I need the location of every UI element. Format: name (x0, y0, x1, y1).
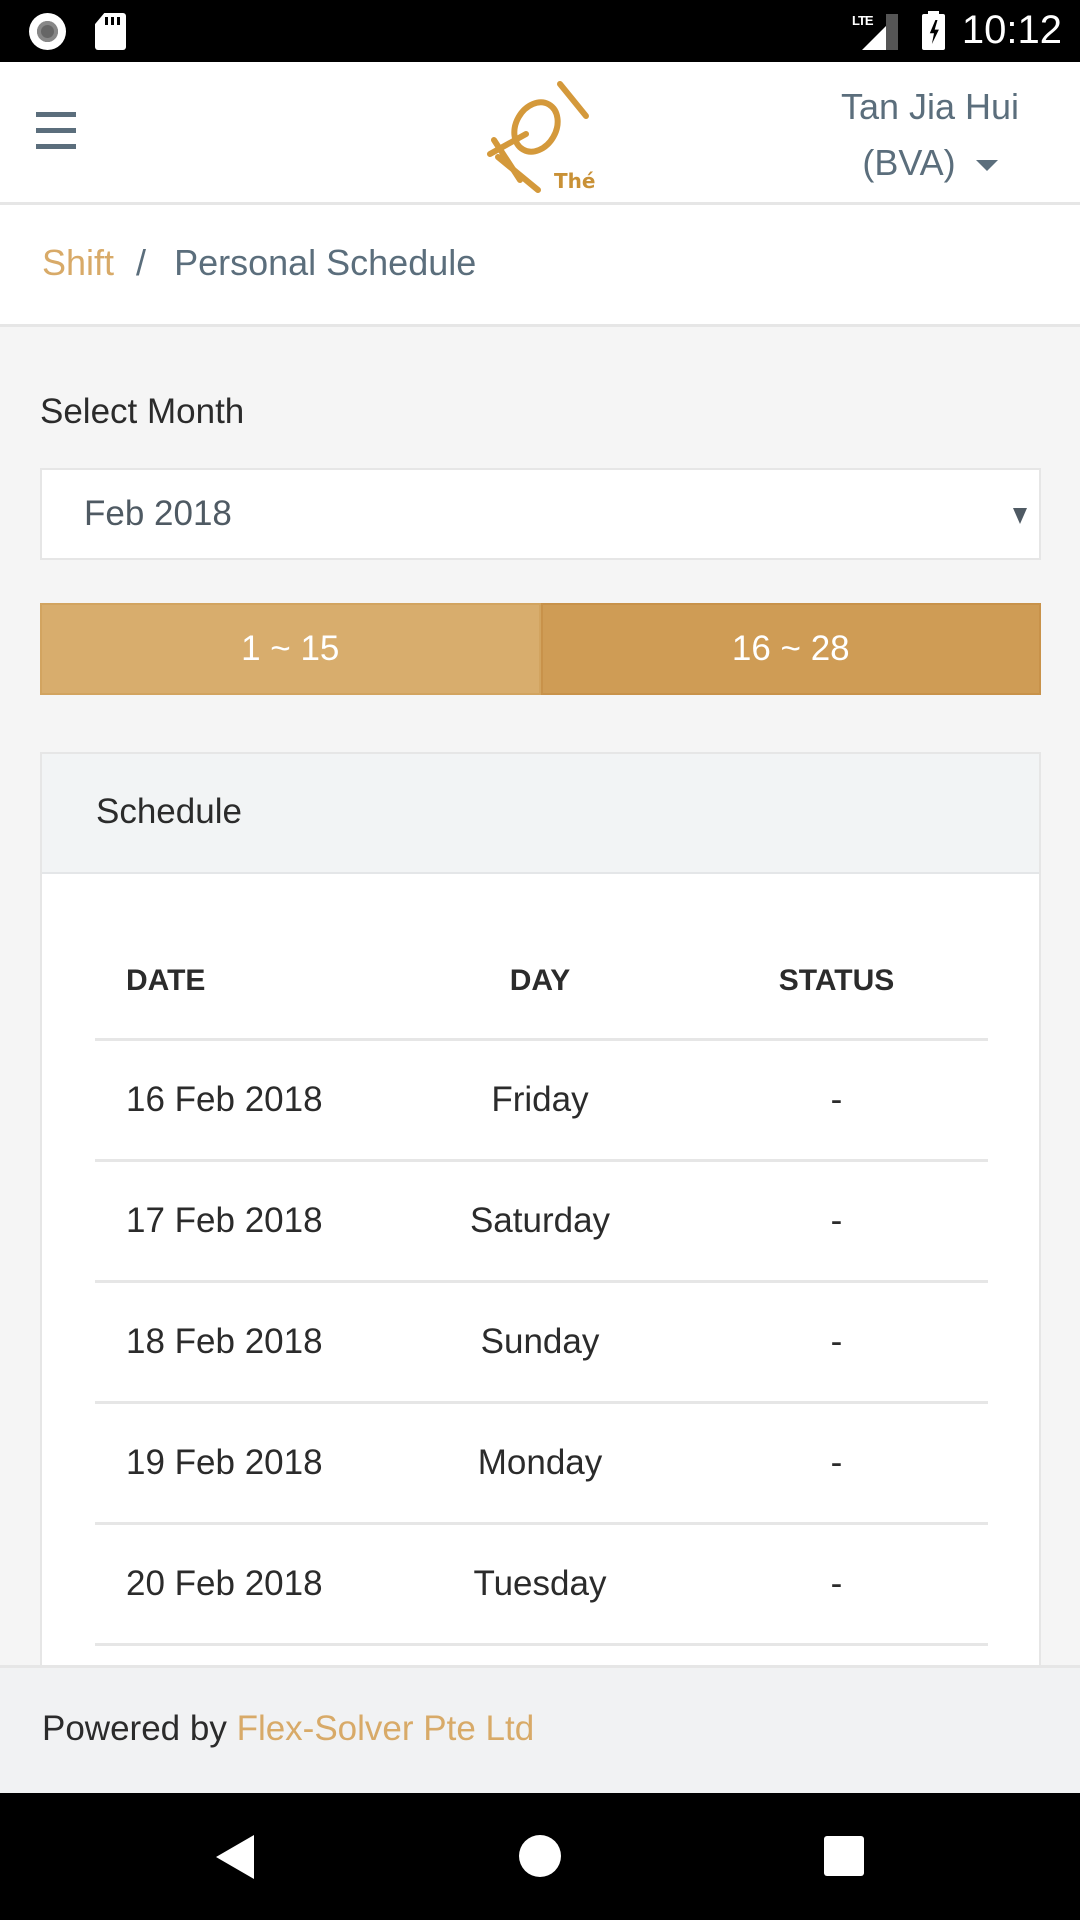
table-row: 17 Feb 2018 Saturday - (95, 1160, 988, 1283)
row-status: - (685, 1523, 988, 1646)
column-header-date: DATE (95, 924, 395, 1041)
schedule-table: DATE DAY STATUS 16 Feb 2018 Friday - 17 … (95, 924, 988, 1646)
table-row: 18 Feb 2018 Sunday - (95, 1281, 988, 1404)
user-name: Tan Jia Hui (840, 86, 1020, 127)
hamburger-icon[interactable] (36, 110, 78, 150)
user-menu[interactable]: Tan Jia Hui (BVA) (820, 79, 1040, 191)
app-header: Thé Tan Jia Hui (BVA) (0, 62, 1080, 205)
period-16-28-button[interactable]: 16 ~ 28 (540, 603, 1041, 695)
status-bar: LTE 10:12 (0, 0, 1080, 62)
row-date: 16 Feb 2018 (95, 1039, 395, 1162)
row-status: - (685, 1281, 988, 1404)
month-select[interactable]: Feb 2018 (40, 468, 1041, 560)
breadcrumb: Shift / Personal Schedule (0, 205, 1080, 327)
sd-card-icon (95, 13, 126, 50)
table-row: 16 Feb 2018 Friday - (95, 1039, 988, 1162)
clock: 10:12 (961, 8, 1062, 52)
signal-icon (862, 14, 898, 50)
row-day: Sunday (395, 1281, 685, 1404)
select-month-label: Select Month (40, 392, 245, 431)
breadcrumb-current: Personal Schedule (174, 242, 477, 283)
table-row: 20 Feb 2018 Tuesday - (95, 1523, 988, 1646)
schedule-card-title: Schedule (42, 754, 1039, 874)
column-header-status: STATUS (685, 924, 988, 1041)
footer-prefix: Powered by (42, 1709, 237, 1748)
row-status: - (685, 1160, 988, 1283)
footer-company-link[interactable]: Flex-Solver Pte Ltd (237, 1709, 535, 1748)
user-branch: (BVA) (862, 142, 956, 183)
row-date: 20 Feb 2018 (95, 1523, 395, 1646)
row-date: 19 Feb 2018 (95, 1402, 395, 1525)
main-content: Select Month Feb 2018 1 ~ 15 16 ~ 28 Sch… (0, 330, 1080, 1665)
row-status: - (685, 1402, 988, 1525)
row-day: Saturday (395, 1160, 685, 1283)
column-header-day: DAY (395, 924, 685, 1041)
footer: Powered by Flex-Solver Pte Ltd (0, 1665, 1080, 1793)
android-nav-bar (0, 1793, 1080, 1920)
recent-apps-icon[interactable] (824, 1836, 864, 1876)
dropdown-arrow-icon (1013, 508, 1027, 524)
row-day: Monday (395, 1402, 685, 1525)
table-row: 19 Feb 2018 Monday - (95, 1402, 988, 1525)
row-day: Tuesday (395, 1523, 685, 1646)
period-1-15-button[interactable]: 1 ~ 15 (40, 603, 541, 695)
period-toggle: 1 ~ 15 16 ~ 28 (40, 603, 1041, 695)
back-icon[interactable] (216, 1835, 254, 1879)
battery-charging-icon (922, 11, 945, 50)
row-status: - (685, 1039, 988, 1162)
row-day: Friday (395, 1039, 685, 1162)
logo-subtext: Thé (554, 169, 595, 193)
home-icon[interactable] (519, 1835, 561, 1877)
table-header-row: DATE DAY STATUS (95, 924, 988, 1041)
breadcrumb-shift[interactable]: Shift (42, 242, 114, 283)
month-select-value: Feb 2018 (84, 494, 232, 533)
row-date: 18 Feb 2018 (95, 1281, 395, 1404)
record-icon (29, 13, 66, 50)
koi-the-logo[interactable]: Thé (478, 72, 608, 197)
caret-down-icon (975, 159, 998, 171)
schedule-card: Schedule DATE DAY STATUS 16 Feb 2018 Fri… (40, 752, 1041, 1665)
row-date: 17 Feb 2018 (95, 1160, 395, 1283)
breadcrumb-separator: / (136, 242, 147, 283)
